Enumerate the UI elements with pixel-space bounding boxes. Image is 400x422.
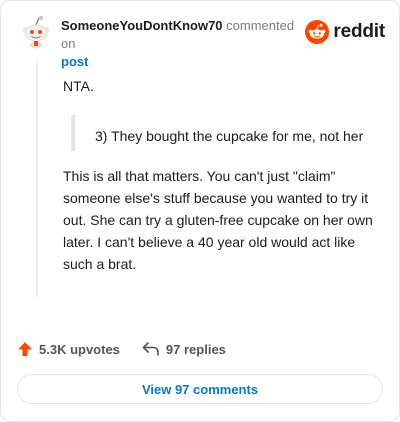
comment-card: SomeoneYouDontKnow70 commented on post r… — [0, 0, 400, 422]
reddit-wordmark: reddit — [333, 21, 385, 42]
reply-button[interactable]: 97 replies — [142, 342, 226, 357]
reply-arrow-icon — [142, 342, 159, 356]
view-comments-button[interactable]: View 97 comments — [17, 374, 383, 404]
username-link[interactable]: SomeoneYouDontKnow70 — [61, 18, 223, 33]
reply-count: 97 replies — [165, 341, 226, 357]
comment-header: SomeoneYouDontKnow70 commented on post — [61, 17, 299, 71]
thread-line[interactable] — [36, 61, 38, 297]
reddit-logo[interactable]: reddit — [305, 20, 385, 44]
comment-body: NTA. 3) They bought the cupcake for me, … — [63, 75, 383, 275]
comment-actions: 5.3K upvotes 97 replies — [17, 341, 226, 357]
comment-verdict: NTA. — [63, 78, 94, 94]
comment-paragraph: This is all that matters. You can't just… — [63, 168, 373, 272]
user-avatar-icon[interactable] — [19, 15, 53, 49]
reddit-snoo-icon — [305, 20, 330, 44]
quote-block: 3) They bought the cupcake for me, not h… — [71, 115, 383, 151]
quote-text: 3) They bought the cupcake for me, not h… — [95, 128, 364, 144]
upvote-button[interactable]: 5.3K upvotes — [17, 341, 120, 357]
upvote-count: 5.3K upvotes — [39, 341, 120, 357]
upvote-arrow-icon — [18, 342, 32, 356]
post-link[interactable]: post — [61, 53, 299, 71]
